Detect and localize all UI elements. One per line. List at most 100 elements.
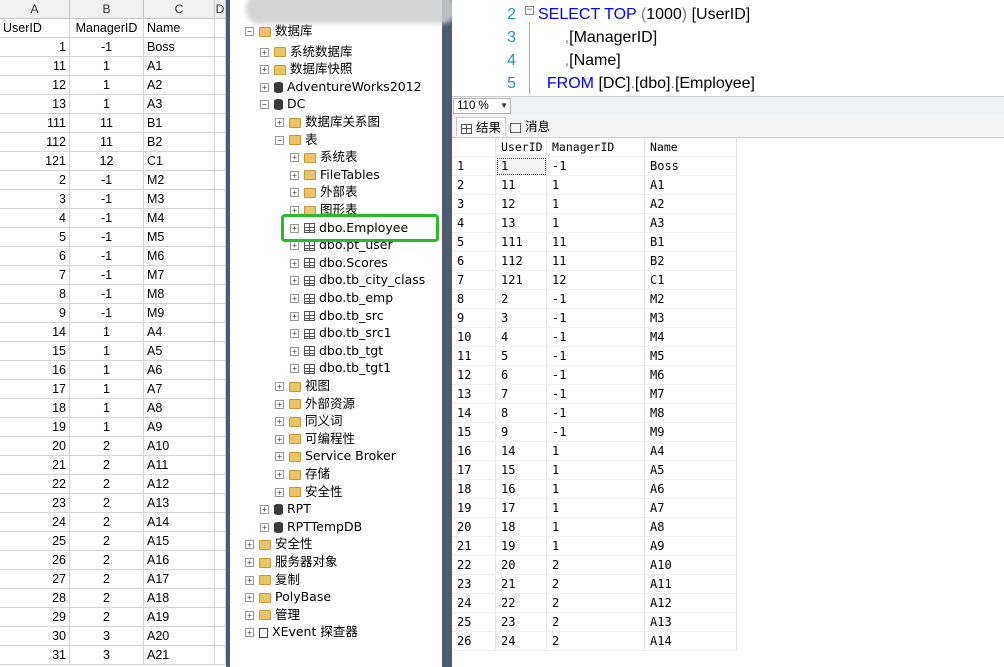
result-cell[interactable]: A14 bbox=[645, 632, 737, 651]
result-row[interactable]: 18 16 1 A6 bbox=[452, 480, 1004, 499]
sheet-cell[interactable] bbox=[215, 133, 226, 152]
sheet-cell[interactable]: 1 bbox=[0, 38, 70, 57]
sheet-cell[interactable]: 6 bbox=[0, 247, 70, 266]
result-cell[interactable]: 121 bbox=[496, 271, 547, 290]
result-cell[interactable]: 2 bbox=[547, 613, 645, 632]
sheet-cell[interactable] bbox=[215, 114, 226, 133]
result-cell[interactable]: M8 bbox=[645, 404, 737, 423]
result-cell[interactable]: 2 bbox=[547, 556, 645, 575]
sheet-cell[interactable]: UserID bbox=[0, 19, 70, 38]
tree-node[interactable]: + dbo.tb_tgt1 bbox=[290, 359, 391, 376]
result-row[interactable]: 23 21 2 A11 bbox=[452, 575, 1004, 594]
expand-icon[interactable]: + bbox=[275, 118, 284, 127]
expand-icon[interactable]: + bbox=[245, 593, 254, 603]
tree-node[interactable]: + RPTTempDB bbox=[260, 518, 362, 535]
sheet-cell[interactable] bbox=[215, 285, 226, 304]
tree-node[interactable]: + dbo.tb_tgt bbox=[290, 342, 383, 359]
result-cell[interactable]: 7 bbox=[496, 385, 547, 404]
tree-node[interactable]: + 存储 bbox=[275, 465, 330, 482]
expand-icon[interactable]: + bbox=[245, 558, 254, 567]
sheet-cell[interactable] bbox=[215, 475, 226, 494]
sheet-cell[interactable]: 14 bbox=[0, 323, 70, 342]
result-cell[interactable]: M3 bbox=[645, 309, 737, 328]
result-cell[interactable]: A12 bbox=[645, 594, 737, 613]
sheet-cell[interactable]: 2 bbox=[70, 475, 144, 494]
expand-icon[interactable]: + bbox=[245, 610, 254, 620]
sheet-cell[interactable]: M3 bbox=[144, 190, 215, 209]
sheet-cell[interactable]: 12 bbox=[70, 152, 144, 171]
sheet-cell[interactable]: A17 bbox=[144, 570, 215, 589]
expand-icon[interactable]: + bbox=[275, 399, 284, 409]
result-cell[interactable]: 11 bbox=[547, 233, 645, 252]
expand-icon[interactable]: + bbox=[260, 47, 269, 57]
tree-node[interactable]: + PolyBase bbox=[245, 588, 331, 605]
sheet-cell[interactable]: 2 bbox=[70, 494, 144, 513]
result-cell[interactable]: -1 bbox=[547, 328, 645, 347]
expand-icon[interactable]: + bbox=[290, 188, 299, 198]
expand-icon[interactable]: + bbox=[245, 628, 254, 638]
explorer-scrollbar[interactable] bbox=[442, 0, 452, 667]
sheet-cell[interactable] bbox=[215, 627, 226, 646]
sheet-cell[interactable]: A4 bbox=[144, 323, 215, 342]
tree-node[interactable]: + 可编程性 bbox=[275, 430, 355, 447]
sheet-cell[interactable]: A16 bbox=[144, 551, 215, 570]
sheet-cell[interactable]: A19 bbox=[144, 608, 215, 627]
column-header[interactable]: UserID bbox=[496, 138, 547, 157]
column-header[interactable]: C bbox=[144, 0, 215, 19]
sheet-cell[interactable]: 2 bbox=[70, 456, 144, 475]
sheet-cell[interactable]: -1 bbox=[70, 304, 144, 323]
expand-icon[interactable]: + bbox=[275, 487, 284, 497]
result-cell[interactable]: A13 bbox=[645, 613, 737, 632]
result-cell[interactable]: 19 bbox=[496, 537, 547, 556]
sheet-cell[interactable]: 2 bbox=[70, 589, 144, 608]
sheet-cell[interactable]: -1 bbox=[70, 266, 144, 285]
result-cell[interactable]: A6 bbox=[645, 480, 737, 499]
result-row[interactable]: 19 17 1 A7 bbox=[452, 499, 1004, 518]
sheet-cell[interactable] bbox=[215, 171, 226, 190]
expand-icon[interactable]: + bbox=[290, 311, 299, 321]
tree-node[interactable]: + Service Broker bbox=[275, 447, 396, 464]
sheet-cell[interactable]: 16 bbox=[0, 361, 70, 380]
sheet-cell[interactable]: 12 bbox=[0, 76, 70, 95]
sheet-cell[interactable]: 1 bbox=[70, 95, 144, 114]
result-cell[interactable]: 9 bbox=[496, 423, 547, 442]
result-cell[interactable]: 1 bbox=[547, 214, 645, 233]
sheet-cell[interactable]: 2 bbox=[70, 513, 144, 532]
sheet-cell[interactable] bbox=[215, 437, 226, 456]
tree-node[interactable]: + dbo.Scores bbox=[290, 254, 388, 271]
result-cell[interactable]: 2 bbox=[547, 594, 645, 613]
sheet-cell[interactable]: -1 bbox=[70, 38, 144, 57]
sheet-cell[interactable] bbox=[215, 646, 226, 665]
result-cell[interactable]: 1 bbox=[547, 442, 645, 461]
sheet-cell[interactable]: Name bbox=[144, 19, 215, 38]
sheet-cell[interactable]: 1 bbox=[70, 57, 144, 76]
result-row[interactable]: 9 3 -1 M3 bbox=[452, 309, 1004, 328]
sheet-cell[interactable]: 2 bbox=[70, 551, 144, 570]
tree-node[interactable]: + 管理 bbox=[245, 606, 300, 623]
tree-node[interactable]: + dbo.tb_src bbox=[290, 307, 384, 324]
result-cell[interactable]: A4 bbox=[645, 442, 737, 461]
sheet-cell[interactable]: 1 bbox=[70, 418, 144, 437]
result-cell[interactable]: 16 bbox=[496, 480, 547, 499]
result-cell[interactable]: 4 bbox=[496, 328, 547, 347]
sheet-cell[interactable]: Boss bbox=[144, 38, 215, 57]
result-cell[interactable]: A5 bbox=[645, 461, 737, 480]
result-row[interactable]: 16 14 1 A4 bbox=[452, 442, 1004, 461]
result-row[interactable]: 25 23 2 A13 bbox=[452, 613, 1004, 632]
sheet-cell[interactable]: 11 bbox=[0, 57, 70, 76]
result-cell[interactable]: 1 bbox=[547, 537, 645, 556]
expand-icon[interactable]: + bbox=[260, 505, 269, 515]
expand-icon[interactable]: + bbox=[290, 153, 299, 163]
tree-node[interactable]: + dbo.tb_emp bbox=[290, 289, 393, 306]
sheet-cell[interactable]: 1 bbox=[70, 323, 144, 342]
sheet-cell[interactable] bbox=[215, 494, 226, 513]
sheet-cell[interactable] bbox=[215, 19, 226, 38]
sheet-cell[interactable]: B2 bbox=[144, 133, 215, 152]
tree-node[interactable]: + 服务器对象 bbox=[245, 553, 338, 570]
tree-node[interactable]: + RPT bbox=[260, 500, 311, 517]
expand-icon[interactable]: + bbox=[245, 540, 254, 550]
sheet-cell[interactable] bbox=[215, 456, 226, 475]
sheet-cell[interactable]: A3 bbox=[144, 95, 215, 114]
sheet-cell[interactable]: 19 bbox=[0, 418, 70, 437]
expand-icon[interactable]: + bbox=[290, 170, 299, 180]
